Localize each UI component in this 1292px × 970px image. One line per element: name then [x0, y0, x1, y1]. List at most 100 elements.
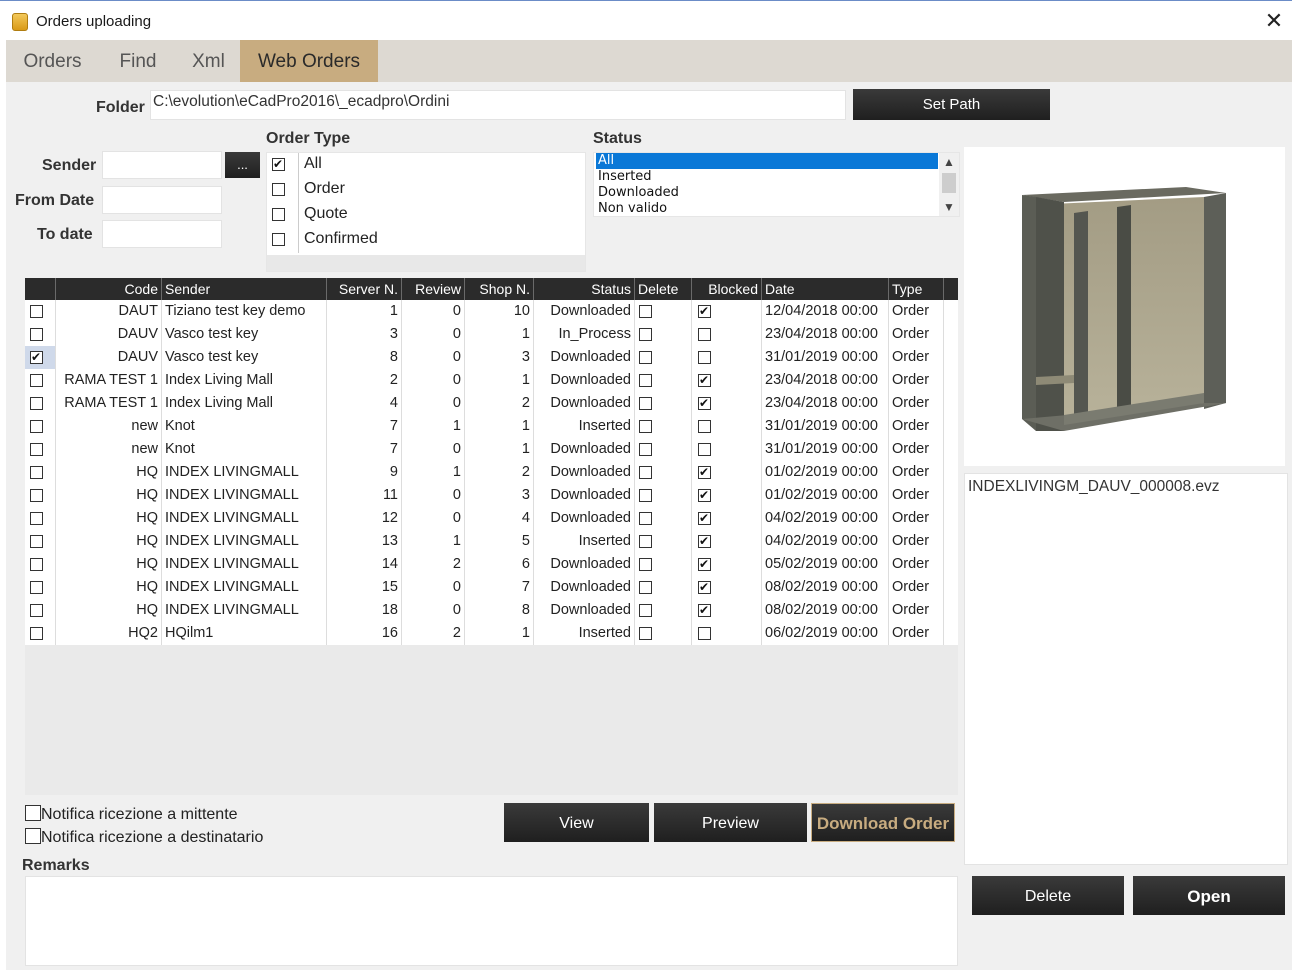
order-type-quote-checkbox[interactable] [272, 208, 285, 221]
notify-sender-checkbox[interactable] [25, 805, 41, 821]
table-row[interactable]: HQINDEX LIVINGMALL1315Inserted 04/02/2019… [25, 530, 958, 553]
delete-checkbox[interactable] [639, 604, 652, 617]
delete-checkbox[interactable] [639, 489, 652, 502]
table-row[interactable]: DAUVVasco test key803Downloaded 31/01/201… [25, 346, 958, 369]
blocked-checkbox[interactable] [698, 487, 711, 503]
table-row[interactable]: new Knot 7 1 1 Inserted 31/01/2019 00:00 Order [25, 415, 958, 438]
row-select-cell[interactable] [25, 346, 56, 369]
remarks-input[interactable] [25, 876, 958, 966]
col-server-n[interactable]: Server N. [327, 278, 402, 300]
order-type-item-all[interactable]: All [267, 153, 585, 178]
cell-blocked[interactable] [692, 461, 762, 484]
sender-input[interactable] [102, 151, 222, 179]
cell-blocked[interactable] [692, 415, 762, 438]
cell-delete[interactable] [635, 576, 692, 599]
row-select-cell[interactable] [25, 599, 56, 622]
blocked-checkbox[interactable] [698, 303, 711, 319]
scroll-down-icon[interactable]: ▼ [939, 198, 959, 216]
cell-delete[interactable] [635, 553, 692, 576]
delete-checkbox[interactable] [639, 558, 652, 571]
col-status[interactable]: Status [534, 278, 635, 300]
table-row[interactable]: DAUTTiziano test key demo1010Downloaded1… [25, 300, 958, 323]
blocked-checkbox[interactable] [698, 464, 711, 480]
row-select-checkbox[interactable] [30, 305, 43, 318]
cell-blocked[interactable] [692, 553, 762, 576]
order-type-confirmed-checkbox[interactable] [272, 233, 285, 246]
table-row[interactable]: HQ2 HQilm1 16 2 1 Inserted 06/02/2019 00:00 Ord… [25, 622, 958, 645]
tab-xml[interactable]: Xml [177, 40, 240, 82]
cell-delete[interactable] [635, 622, 692, 645]
delete-checkbox[interactable] [639, 535, 652, 548]
view-button[interactable]: View [504, 803, 649, 842]
scroll-up-icon[interactable]: ▲ [939, 153, 959, 171]
cell-blocked[interactable] [692, 484, 762, 507]
scroll-thumb[interactable] [942, 173, 956, 193]
order-type-item-confirmed[interactable]: Confirmed [267, 228, 585, 253]
col-shop-n[interactable]: Shop N. [465, 278, 534, 300]
blocked-checkbox[interactable] [698, 602, 711, 618]
table-row[interactable]: new Knot 7 0 1 Downloaded 31/01/2019 00:00 Orde… [25, 438, 958, 461]
cell-blocked[interactable] [692, 323, 762, 346]
folder-path-input[interactable]: C:\evolution\eCadPro2016\_ecadpro\Ordini [150, 90, 846, 120]
notify-recipient-checkbox[interactable] [25, 828, 41, 844]
row-select-checkbox[interactable] [30, 466, 43, 479]
table-row[interactable]: HQINDEX LIVINGMALL1507Downloaded 08/02/20… [25, 576, 958, 599]
cell-blocked[interactable] [692, 530, 762, 553]
table-row[interactable]: RAMA TEST 1 Index Living Mall 2 0 1 Downloade… [25, 369, 958, 392]
row-select-checkbox[interactable] [30, 489, 43, 502]
table-row[interactable]: RAMA TEST 1 Index Living Mall 4 0 2 Downloade… [25, 392, 958, 415]
row-select-cell[interactable] [25, 622, 56, 645]
delete-checkbox[interactable] [639, 443, 652, 456]
blocked-checkbox[interactable] [698, 420, 711, 433]
row-select-checkbox[interactable] [30, 604, 43, 617]
cell-blocked[interactable] [692, 369, 762, 392]
delete-checkbox[interactable] [639, 627, 652, 640]
delete-checkbox[interactable] [639, 512, 652, 525]
delete-button[interactable]: Delete [972, 876, 1124, 915]
blocked-checkbox[interactable] [698, 443, 711, 456]
delete-checkbox[interactable] [639, 328, 652, 341]
cell-delete[interactable] [635, 346, 692, 369]
row-select-cell[interactable] [25, 484, 56, 507]
download-order-button[interactable]: Download Order [811, 803, 955, 842]
delete-checkbox[interactable] [639, 305, 652, 318]
cell-blocked[interactable] [692, 438, 762, 461]
cell-delete[interactable] [635, 323, 692, 346]
cell-delete[interactable] [635, 438, 692, 461]
notify-recipient-option[interactable]: Notifica ricezione a destinatario [25, 828, 263, 847]
row-select-checkbox[interactable] [30, 581, 43, 594]
delete-checkbox[interactable] [639, 397, 652, 410]
col-code[interactable]: Code [56, 278, 162, 300]
status-scrollbar[interactable]: ▲ ▼ [939, 153, 959, 216]
notify-sender-option[interactable]: Notifica ricezione a mittente [25, 805, 238, 824]
row-select-cell[interactable] [25, 576, 56, 599]
preview-button[interactable]: Preview [654, 803, 807, 842]
cell-blocked[interactable] [692, 622, 762, 645]
cell-blocked[interactable] [692, 576, 762, 599]
sender-browse-button[interactable]: ... [225, 152, 260, 178]
row-select-checkbox[interactable] [30, 558, 43, 571]
order-type-order-checkbox[interactable] [272, 183, 285, 196]
order-type-all-checkbox[interactable] [272, 156, 285, 172]
row-select-checkbox[interactable] [30, 535, 43, 548]
cell-delete[interactable] [635, 599, 692, 622]
table-row[interactable]: HQINDEX LIVINGMALL912Downloaded 01/02/201… [25, 461, 958, 484]
to-date-input[interactable] [102, 220, 222, 248]
row-select-cell[interactable] [25, 438, 56, 461]
row-select-checkbox[interactable] [30, 512, 43, 525]
delete-checkbox[interactable] [639, 420, 652, 433]
row-select-cell[interactable] [25, 392, 56, 415]
cell-delete[interactable] [635, 461, 692, 484]
order-type-item-quote[interactable]: Quote [267, 203, 585, 228]
row-select-checkbox[interactable] [30, 420, 43, 433]
status-item-all[interactable]: All [596, 153, 938, 169]
row-select-checkbox[interactable] [30, 374, 43, 387]
blocked-checkbox[interactable] [698, 510, 711, 526]
tab-orders[interactable]: Orders [6, 40, 99, 82]
blocked-checkbox[interactable] [698, 556, 711, 572]
col-review[interactable]: Review [402, 278, 465, 300]
blocked-checkbox[interactable] [698, 533, 711, 549]
row-select-checkbox[interactable] [30, 627, 43, 640]
row-select-checkbox[interactable] [30, 443, 43, 456]
row-select-cell[interactable] [25, 300, 56, 323]
